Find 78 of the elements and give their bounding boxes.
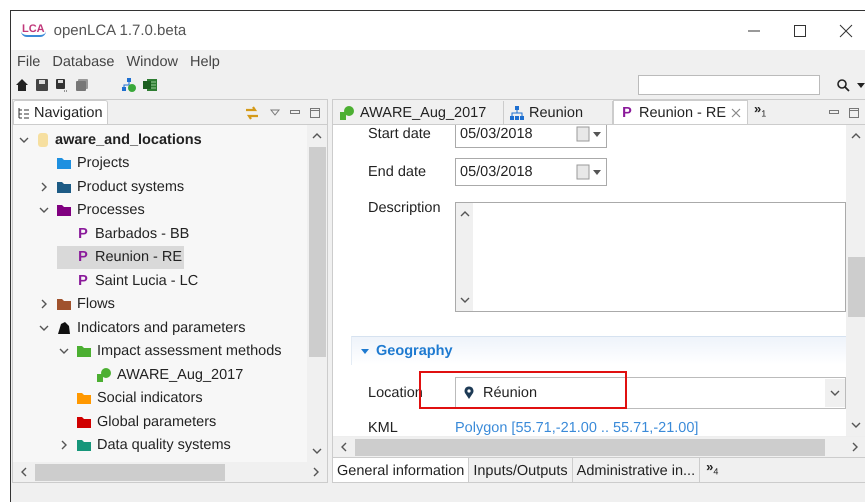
collapse-triangle-icon	[360, 346, 370, 356]
view-menu-icon[interactable]	[269, 106, 281, 118]
folder-icon	[76, 414, 92, 429]
tab-overflow[interactable]: »$_{1}$	[748, 101, 772, 123]
field-label: Description	[367, 199, 442, 216]
field-label: Start date	[367, 126, 432, 142]
folder-icon	[76, 344, 92, 358]
scroll-thumb[interactable]	[848, 257, 864, 317]
folder-icon	[56, 203, 72, 218]
scrollbar[interactable]	[456, 203, 473, 311]
location-dropdown[interactable]: Réunion	[455, 377, 846, 409]
hierarchy-icon	[510, 106, 524, 120]
editor-tab[interactable]: P Reunion - RE	[613, 100, 748, 124]
tree-icon	[18, 106, 30, 118]
tree-item[interactable]: P Reunion - RE	[57, 246, 184, 269]
process-icon: P	[76, 249, 90, 266]
page-tab[interactable]: Inputs/Outputs	[469, 458, 573, 482]
scrollbar[interactable]	[333, 436, 865, 457]
tree-item[interactable]: Product systems	[37, 175, 186, 198]
folder-icon	[56, 297, 72, 312]
calendar-dropdown-icon[interactable]	[576, 164, 602, 180]
tree-item[interactable]: P Saint Lucia - LC	[57, 269, 200, 292]
window-title: openLCA 1.7.0.beta	[54, 22, 186, 39]
field-label: KML	[367, 420, 399, 436]
field-label: End date	[367, 164, 428, 180]
scroll-thumb[interactable]	[355, 438, 825, 456]
maximize-icon[interactable]	[792, 22, 808, 38]
map-pin-icon	[463, 386, 475, 400]
tree-item[interactable]: aware_and_locations	[17, 128, 204, 152]
process-icon: P	[76, 272, 90, 289]
folder-icon	[56, 156, 72, 170]
search-field[interactable]	[638, 75, 820, 95]
spreadsheet-icon[interactable]	[143, 78, 157, 92]
tree-item[interactable]: Social indicators	[57, 386, 205, 410]
scrollbar[interactable]	[13, 462, 327, 482]
leaf-icon	[339, 104, 355, 120]
date-field[interactable]: 05/03/2018	[455, 158, 607, 186]
scroll-thumb[interactable]	[35, 464, 225, 480]
home-icon[interactable]	[15, 78, 29, 92]
page-tab[interactable]: General information	[333, 458, 470, 482]
menu-item[interactable]: Window	[126, 54, 178, 70]
date-field[interactable]: 05/03/2018	[455, 125, 607, 148]
scroll-thumb[interactable]	[308, 147, 326, 357]
tree-item[interactable]: Flows	[37, 292, 117, 316]
calendar-dropdown-icon[interactable]	[576, 126, 602, 142]
menu-item[interactable]: Help	[190, 54, 220, 70]
process-icon: P	[76, 226, 90, 242]
tree-item[interactable]: AWARE_Aug_2017	[77, 363, 246, 386]
save-as-icon[interactable]	[55, 78, 69, 92]
tab-overflow[interactable]: »$_{4}$	[700, 459, 724, 481]
folder-icon	[56, 180, 72, 194]
tree-item[interactable]: P Barbados - BB	[57, 222, 192, 246]
tree-item[interactable]: Processes	[37, 198, 147, 222]
search-icon[interactable]	[836, 78, 850, 92]
tree-item[interactable]: Global parameters	[57, 410, 218, 434]
menu-item[interactable]: Database	[52, 54, 114, 70]
tree-item[interactable]: Data quality systems	[57, 434, 233, 457]
database-icon	[36, 132, 50, 148]
hierarchy-icon[interactable]	[121, 78, 137, 92]
tree-item[interactable]: Projects	[37, 152, 132, 175]
page-tab[interactable]: Administrative in...	[572, 458, 700, 482]
kml-link[interactable]: Polygon [55.71,-21.00 .. 55.71,-21.00]	[455, 420, 698, 436]
leaf-icon	[96, 366, 112, 383]
menu-item[interactable]: File	[17, 54, 40, 70]
view-tab[interactable]: Navigation	[13, 100, 108, 124]
tree-item[interactable]: Impact assessment methods	[57, 340, 284, 363]
indicators-icon	[56, 320, 72, 336]
section-header[interactable]: Geography	[351, 336, 846, 365]
process-icon: P	[620, 104, 634, 120]
close-icon[interactable]	[838, 22, 854, 38]
scrollbar[interactable]	[846, 125, 865, 436]
tree-item[interactable]: Indicators and parameters	[37, 316, 248, 340]
folder-icon	[76, 391, 92, 406]
scrollbar[interactable]	[307, 125, 327, 462]
folder-icon	[76, 438, 92, 452]
save-all-icon[interactable]	[75, 78, 89, 92]
app-logo: LCA	[21, 24, 46, 37]
save-icon[interactable]	[35, 78, 49, 92]
